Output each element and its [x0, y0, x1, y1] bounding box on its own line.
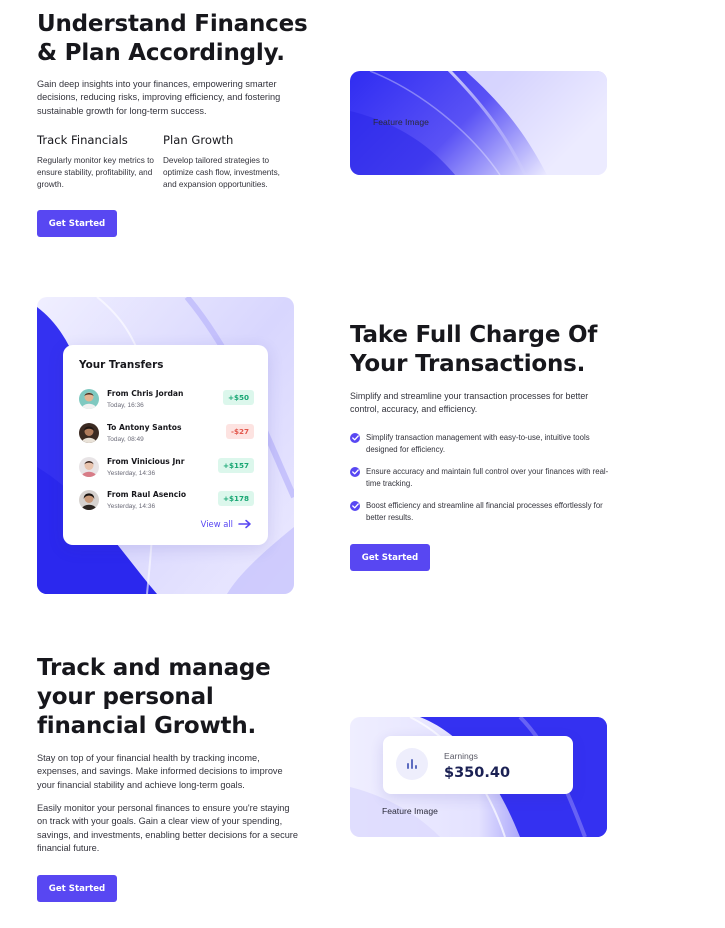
feature-image-1: Feature Image	[350, 71, 607, 175]
transfers-panel: Your Transfers From Chris Jordan Today, …	[63, 345, 268, 545]
transfers-title: Your Transfers	[79, 359, 164, 371]
view-all-label: View all	[200, 519, 233, 529]
check-circle-icon	[350, 467, 360, 477]
transfer-time: Yesterday, 14:36	[107, 503, 156, 510]
get-started-button-2[interactable]: Get Started	[350, 544, 430, 571]
transfer-name: From Vinicious Jnr	[107, 457, 185, 466]
bar-chart-icon	[396, 748, 428, 780]
checklist-item: Ensure accuracy and maintain full contro…	[350, 466, 610, 489]
transfer-time: Yesterday, 14:36	[107, 470, 156, 477]
checklist-text: Simplify transaction management with eas…	[366, 433, 590, 454]
avatar	[79, 423, 99, 443]
transfer-row[interactable]: From Vinicious Jnr Yesterday, 14:36 +$15…	[79, 455, 254, 481]
checklist-item: Boost efficiency and streamline all fina…	[350, 500, 610, 523]
arrow-right-icon	[238, 519, 251, 529]
transfer-name: From Chris Jordan	[107, 389, 184, 398]
transfer-row[interactable]: From Chris Jordan Today, 16:36 +$50	[79, 387, 254, 413]
section2-heading: Take Full Charge Of Your Transactions.	[350, 321, 640, 379]
check-circle-icon	[350, 433, 360, 443]
transfer-time: Today, 08:49	[107, 436, 144, 443]
get-started-button-3[interactable]: Get Started	[37, 875, 117, 902]
avatar	[79, 389, 99, 409]
earnings-value: $350.40	[444, 765, 511, 781]
feature-description-plan-growth: Develop tailored strategies to optimize …	[163, 156, 280, 190]
view-all-link[interactable]: View all	[201, 519, 252, 529]
section3-paragraph-1: Stay on top of your financial health by …	[37, 753, 283, 790]
feature-title-track-financials: Track Financials	[37, 133, 128, 147]
transfer-amount: +$178	[217, 491, 254, 506]
transfer-amount: +$157	[217, 458, 254, 473]
avatar	[79, 490, 99, 510]
avatar	[79, 457, 99, 477]
earnings-label: Earnings	[444, 751, 478, 761]
section2-description: Simplify and streamline your transaction…	[350, 391, 589, 414]
section1-description: Gain deep insights into your finances, e…	[37, 79, 281, 116]
transfer-name: To Antony Santos	[107, 423, 182, 432]
section3-paragraph-2: Easily monitor your personal finances to…	[37, 803, 298, 853]
get-started-button-1[interactable]: Get Started	[37, 210, 117, 237]
check-circle-icon	[350, 501, 360, 511]
transfer-time: Today, 16:36	[107, 402, 144, 409]
section1-heading-line1: Understand Finances	[37, 11, 308, 37]
transfer-row[interactable]: To Antony Santos Today, 08:49 -$27	[79, 421, 254, 447]
earnings-card: Earnings $350.40	[383, 736, 573, 794]
section3-heading: Track and manage your personal financial…	[37, 654, 297, 741]
feature-image-1-label: Feature Image	[373, 117, 429, 127]
section3-heading-line3: financial Growth.	[37, 713, 257, 739]
section3-heading-line1: Track and manage	[37, 655, 271, 681]
feature-description-track-financials: Regularly monitor key metrics to ensure …	[37, 156, 154, 190]
feature-title-plan-growth: Plan Growth	[163, 133, 234, 147]
checklist-text: Boost efficiency and streamline all fina…	[366, 501, 603, 522]
section2-heading-line1: Take Full Charge Of	[350, 322, 598, 348]
section3-heading-line2: your personal	[37, 684, 214, 710]
section1-heading: Understand Finances & Plan Accordingly.	[37, 10, 317, 68]
transfer-row[interactable]: From Raul Asencio Yesterday, 14:36 +$178	[79, 488, 254, 514]
checklist-item: Simplify transaction management with eas…	[350, 432, 610, 455]
transfer-amount: -$27	[226, 424, 254, 439]
transfer-name: From Raul Asencio	[107, 490, 187, 499]
transfer-amount: +$50	[222, 390, 254, 405]
section2-heading-line2: Your Transactions.	[350, 351, 586, 377]
checklist-text: Ensure accuracy and maintain full contro…	[366, 467, 609, 488]
feature-image-2-label: Feature Image	[382, 806, 438, 816]
section1-heading-line2: & Plan Accordingly.	[37, 40, 285, 66]
